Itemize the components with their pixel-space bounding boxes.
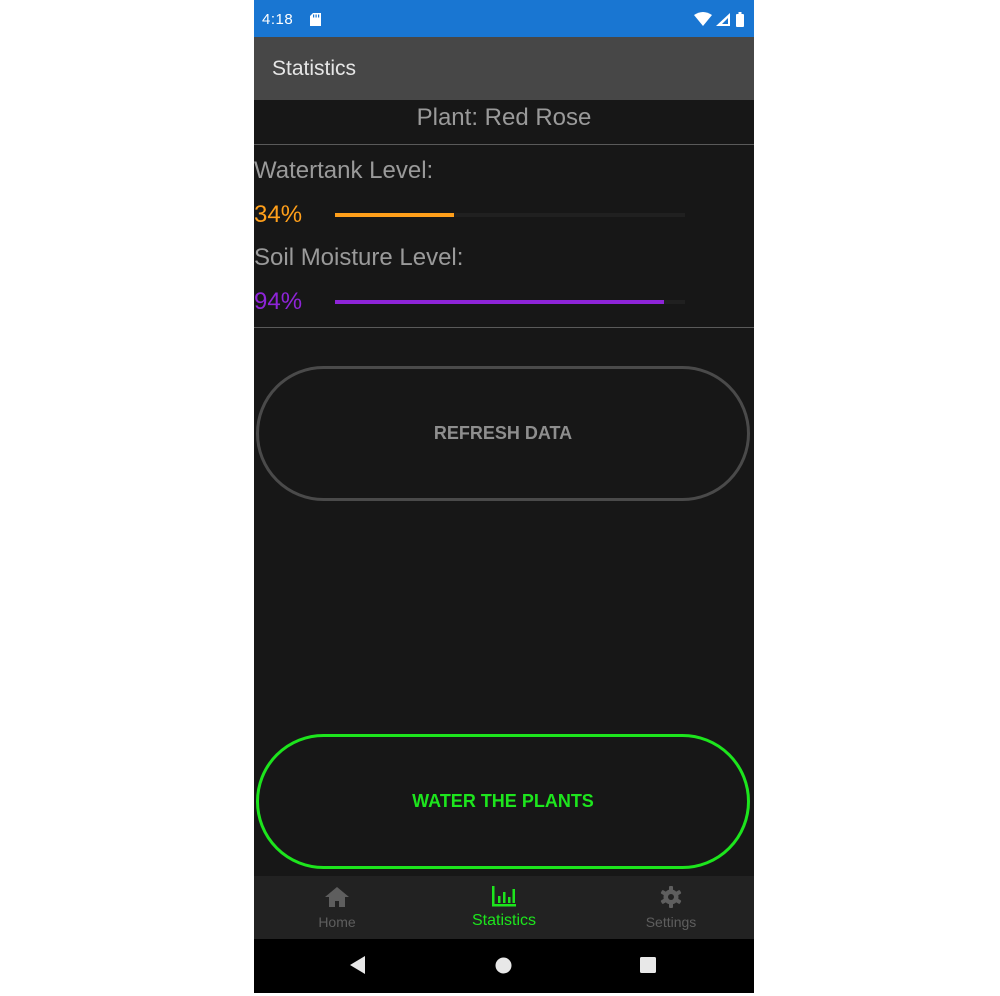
soil-moisture-label: Soil Moisture Level: <box>254 244 464 271</box>
recents-icon[interactable] <box>640 957 656 973</box>
refresh-data-button[interactable]: REFRESH DATA <box>256 366 750 501</box>
signal-icon <box>716 13 730 26</box>
water-plants-button[interactable]: WATER THE PLANTS <box>256 734 750 869</box>
watertank-progress-bar <box>335 213 685 217</box>
divider <box>254 144 754 145</box>
soil-moisture-progress-fill <box>335 300 664 304</box>
page-title: Statistics <box>272 57 357 80</box>
wifi-icon <box>694 12 712 26</box>
plant-name: Plant: Red Rose <box>416 104 592 131</box>
status-time: 4:18 <box>262 11 294 28</box>
home-button-icon[interactable] <box>495 957 512 974</box>
status-bar: 4:18 <box>254 0 754 37</box>
watertank-label: Watertank Level: <box>254 157 434 184</box>
system-navigation-bar <box>254 939 754 993</box>
watertank-progress-fill <box>335 213 454 217</box>
phone-screen: 4:18 Statistics Plant: Red Rose Watertan… <box>254 0 754 993</box>
nav-item-home[interactable]: Home <box>254 876 420 939</box>
soil-moisture-progress-bar <box>335 300 685 304</box>
battery-icon <box>736 12 744 27</box>
sd-card-icon <box>310 13 321 26</box>
nav-item-statistics[interactable]: Statistics <box>421 876 587 939</box>
soil-moisture-value: 94% <box>254 288 303 315</box>
home-icon <box>325 887 349 907</box>
bottom-nav: Home Statistics Settings <box>254 876 754 939</box>
nav-item-settings[interactable]: Settings <box>588 876 754 939</box>
divider <box>254 327 754 328</box>
gear-icon <box>660 886 682 908</box>
back-icon[interactable] <box>350 956 366 974</box>
bar-chart-icon <box>492 886 516 907</box>
nav-label-home: Home <box>318 914 356 930</box>
watertank-value: 34% <box>254 201 303 228</box>
app-bar: Statistics <box>254 37 754 100</box>
nav-label-settings: Settings <box>645 914 697 930</box>
nav-label-statistics: Statistics <box>471 912 536 929</box>
